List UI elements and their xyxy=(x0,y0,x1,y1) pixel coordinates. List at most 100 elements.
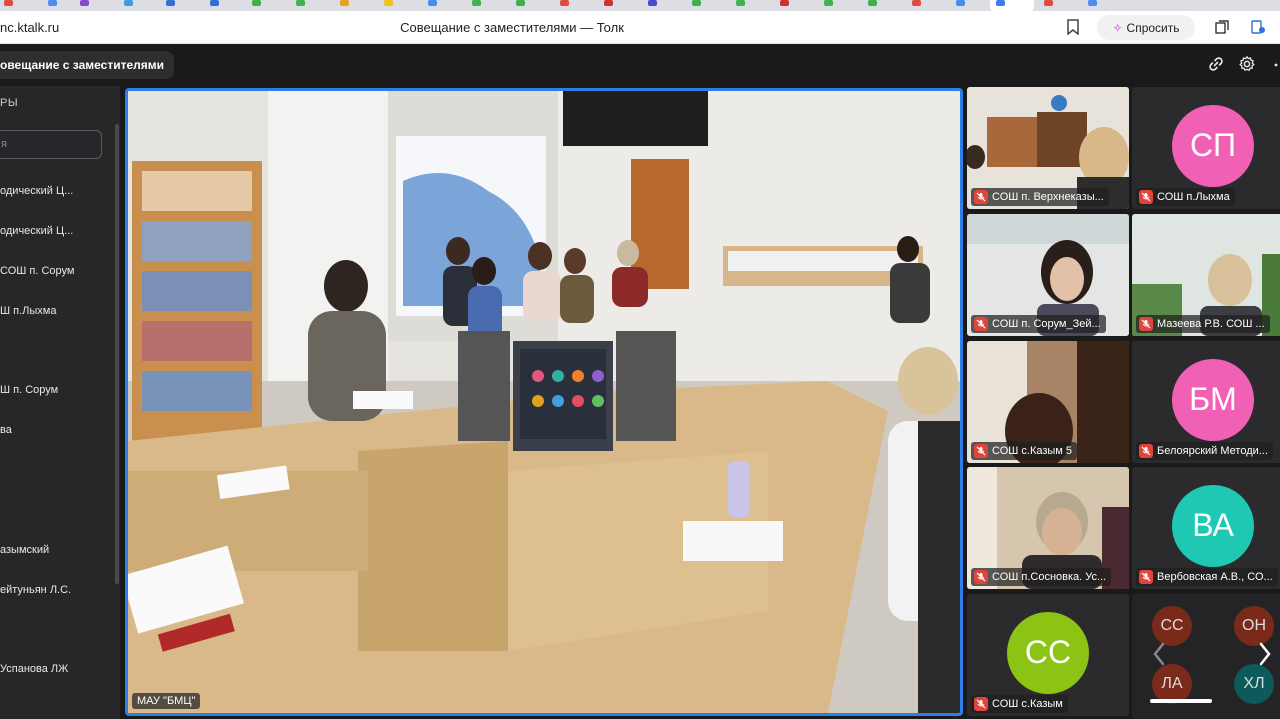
browser-tab-active[interactable] xyxy=(990,0,1034,11)
participant-name: СОШ с.Казым 5 xyxy=(992,445,1073,457)
collections-icon[interactable] xyxy=(1214,19,1230,35)
participant-tile[interactable]: СОШ п. Сорум_Зей... xyxy=(967,214,1129,336)
mic-muted-icon xyxy=(974,444,988,458)
browser-tab[interactable] xyxy=(648,0,657,11)
tile-label: СОШ п.Сосновка. Ус... xyxy=(971,568,1112,586)
browser-tab[interactable] xyxy=(252,0,261,11)
participant-tile[interactable]: БМ Белоярский Методи... xyxy=(1132,341,1280,463)
participant-item[interactable]: Ш п.Лыхма xyxy=(0,305,56,317)
participant-name: Мазеева Р.В. СОШ ... xyxy=(1157,318,1265,330)
participant-item[interactable]: одический Ц... xyxy=(0,185,73,197)
participant-search-input[interactable]: я xyxy=(0,130,102,159)
conference-room-video xyxy=(128,91,960,713)
browser-tab[interactable] xyxy=(124,0,133,11)
participant-name: Белоярский Методи... xyxy=(1157,445,1268,457)
tile-label: СОШ п.Лыхма xyxy=(1136,188,1235,206)
tile-label: СОШ п. Сорум_Зей... xyxy=(971,315,1106,333)
link-icon[interactable] xyxy=(1207,55,1225,73)
mic-muted-icon xyxy=(974,317,988,331)
participant-name: СОШ п.Сосновка. Ус... xyxy=(992,571,1107,583)
extension-icon[interactable] xyxy=(1250,19,1266,35)
mic-muted-icon xyxy=(974,697,988,711)
tile-label: Белоярский Методи... xyxy=(1136,442,1273,460)
settings-gear-icon[interactable] xyxy=(1238,55,1256,73)
browser-address-bar: nc.ktalk.ru Совещание с заместителями — … xyxy=(0,11,1280,44)
ask-ai-label: Спросить xyxy=(1126,20,1180,35)
participant-item[interactable]: ва xyxy=(0,424,12,436)
sidebar-scrollbar[interactable] xyxy=(115,124,119,584)
browser-tab[interactable] xyxy=(604,0,613,11)
participant-tile[interactable]: СОШ п. Верхнеказы... xyxy=(967,87,1129,209)
browser-tab[interactable] xyxy=(296,0,305,11)
browser-page-title: Совещание с заместителями — Толк xyxy=(400,20,624,35)
browser-tab[interactable] xyxy=(48,0,57,11)
participant-name: СОШ п.Лыхма xyxy=(1157,191,1230,203)
participant-name: СОШ п. Сорум_Зей... xyxy=(992,318,1101,330)
browser-tab[interactable] xyxy=(868,0,877,11)
browser-tab[interactable] xyxy=(80,0,89,11)
participants-sidebar: РЫ я одический Ц... одический Ц... СОШ п… xyxy=(0,86,120,719)
app-header: овещание с заместителями xyxy=(0,45,1280,85)
participant-tile[interactable]: СС СОШ с.Казым xyxy=(967,594,1129,716)
bookmark-icon[interactable] xyxy=(1066,19,1080,35)
browser-tab[interactable] xyxy=(4,0,13,11)
chevron-right-icon[interactable] xyxy=(1256,640,1274,668)
participant-tile[interactable]: СП СОШ п.Лыхма xyxy=(1132,87,1280,209)
browser-tab[interactable] xyxy=(384,0,393,11)
participant-tile[interactable]: Мазеева Р.В. СОШ ... xyxy=(1132,214,1280,336)
mic-muted-icon xyxy=(1139,570,1153,584)
mini-avatar: ХЛ xyxy=(1234,664,1274,704)
browser-tab[interactable] xyxy=(1088,0,1097,11)
participant-item[interactable]: азымский xyxy=(0,544,49,556)
browser-tab[interactable] xyxy=(516,0,525,11)
participant-tile[interactable]: СОШ п.Сосновка. Ус... xyxy=(967,467,1129,589)
chevron-left-icon[interactable] xyxy=(1150,640,1168,668)
browser-tab[interactable] xyxy=(166,0,175,11)
participant-tile[interactable]: ВА Вербовская А.В., СО... xyxy=(1132,467,1280,589)
browser-tab[interactable] xyxy=(340,0,349,11)
tile-label: СОШ с.Казым 5 xyxy=(971,442,1078,460)
participant-item[interactable]: одический Ц... xyxy=(0,225,73,237)
more-options-icon[interactable] xyxy=(1268,55,1278,73)
browser-tab[interactable] xyxy=(210,0,219,11)
browser-tab[interactable] xyxy=(736,0,745,11)
browser-tab[interactable] xyxy=(1044,0,1053,11)
main-video[interactable]: МАУ "БМЦ" xyxy=(125,88,963,716)
participant-avatar: СС xyxy=(1007,611,1089,694)
participant-avatar: СП xyxy=(1172,104,1254,187)
ask-ai-button[interactable]: ✧ Спросить xyxy=(1097,15,1195,40)
browser-tab[interactable] xyxy=(912,0,921,11)
browser-tab[interactable] xyxy=(780,0,789,11)
browser-tab[interactable] xyxy=(692,0,701,11)
mic-muted-icon xyxy=(974,190,988,204)
mic-muted-icon xyxy=(974,570,988,584)
meeting-title[interactable]: овещание с заместителями xyxy=(0,51,175,79)
browser-tab[interactable] xyxy=(560,0,569,11)
tile-pager-indicator xyxy=(1150,699,1212,703)
participant-item[interactable]: Успанова ЛЖ xyxy=(0,663,68,675)
tile-label: СОШ с.Казым xyxy=(971,695,1068,713)
browser-tab[interactable] xyxy=(824,0,833,11)
browser-tab[interactable] xyxy=(472,0,481,11)
participant-item[interactable]: Ш п. Сорум xyxy=(0,384,58,396)
participant-name: Вербовская А.В., СО... xyxy=(1157,571,1273,583)
browser-tab[interactable] xyxy=(428,0,437,11)
participant-tile[interactable]: СОШ с.Казым 5 xyxy=(967,341,1129,463)
tile-label: Мазеева Р.В. СОШ ... xyxy=(1136,315,1270,333)
participant-avatar: БМ xyxy=(1172,358,1254,441)
participant-item[interactable]: ейтуньян Л.С. xyxy=(0,584,71,596)
mic-muted-icon xyxy=(1139,190,1153,204)
participant-item[interactable]: СОШ п. Сорум xyxy=(0,265,74,277)
participants-heading: РЫ xyxy=(0,97,19,109)
tile-label: Вербовская А.В., СО... xyxy=(1136,568,1278,586)
ai-sparkle-icon: ✧ xyxy=(1112,20,1123,35)
participant-name: СОШ п. Верхнеказы... xyxy=(992,191,1104,203)
mic-muted-icon xyxy=(1139,444,1153,458)
mini-avatar: ЛА xyxy=(1152,664,1192,704)
participant-avatar: ВА xyxy=(1172,484,1254,567)
main-video-name-label: МАУ "БМЦ" xyxy=(132,693,201,709)
participant-name: СОШ с.Казым xyxy=(992,698,1063,710)
browser-tab-strip xyxy=(0,0,1280,11)
mic-muted-icon xyxy=(1139,317,1153,331)
browser-tab[interactable] xyxy=(956,0,965,11)
